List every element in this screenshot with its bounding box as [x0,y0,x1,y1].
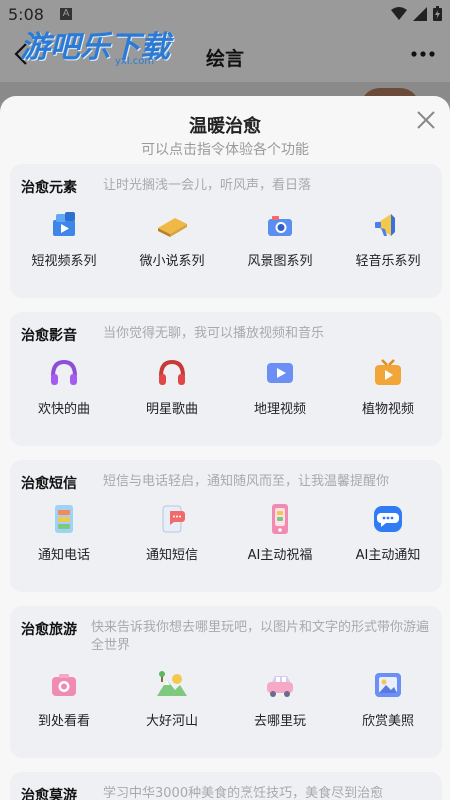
headphones-purple-icon [47,356,81,390]
category-label: 治愈旅游 [21,622,77,638]
category-card-healing-travel: 治愈旅游 快来告诉我你想去哪里玩吧，以图片和文字的形式带你游遍全世界 到处看看 … [10,606,442,758]
plant-video-button[interactable]: 植物视频 [334,356,442,417]
battery-icon [433,6,442,21]
item-label: 通知电话 [37,548,90,563]
item-label: 地理视频 [253,402,306,417]
category-label: 治愈元素 [21,180,77,196]
item-label: 去哪里玩 [253,714,306,729]
chat-bubble-icon [371,502,405,536]
more-options-icon[interactable] [410,36,436,66]
item-label: 微小说系列 [139,254,205,269]
ai-blessing-icon [263,502,297,536]
close-icon[interactable] [414,108,438,132]
notify-sms-button[interactable]: 通知短信 [118,502,226,563]
cheerful-songs-button[interactable]: 欢快的曲 [10,356,118,417]
item-label: AI主动通知 [355,548,421,563]
item-label: 短视频系列 [31,254,97,269]
category-description: 让时光搁浅一会儿，听风声，看日落 [103,178,312,193]
item-label: 明星歌曲 [145,402,198,417]
function-sheet: 温暖治愈 可以点击指令体验各个功能 治愈元素 让时光搁浅一会儿，听风声，看日落 … [0,96,450,800]
notify-call-button[interactable]: 通知电话 [10,502,118,563]
camera-icon [263,208,297,242]
category-card-healing-food: 治愈莫游 学习中华3000种美食的烹饪技巧，美食尽到治愈 [10,772,442,800]
signal-icon [413,6,427,21]
item-label: 欢快的曲 [37,402,90,417]
megaphone-icon [371,208,405,242]
book-icon [155,208,189,242]
item-label: 轻音乐系列 [355,254,421,269]
notification-a-icon: A [60,8,72,20]
category-card-healing-media: 治愈影音 当你觉得无聊，我可以播放视频和音乐 欢快的曲 明星歌曲 地理视频 植物… [10,312,442,446]
category-label: 治愈短信 [21,476,77,492]
phone-notify-icon [47,502,81,536]
tv-icon [371,356,405,390]
category-description: 学习中华3000种美食的烹饪技巧，美食尽到治愈 [103,786,384,800]
category-card-healing-sms: 治愈短信 短信与电话轻启，通知随风而至，让我温馨提醒你 通知电话 通知短信 AI… [10,460,442,592]
enjoy-photos-button[interactable]: 欣赏美照 [334,668,442,729]
item-label: 风景图系列 [247,254,313,269]
sheet-title: 温暖治愈 [189,116,261,137]
camera-pink-icon [47,668,81,702]
landscape-icon [155,668,189,702]
scenery-series-button[interactable]: 风景图系列 [226,208,334,269]
item-label: 欣赏美照 [361,714,414,729]
ai-blessing-button[interactable]: AI主动祝福 [226,502,334,563]
watermark-logo: 游吧乐下载 yxl.com [20,22,170,67]
category-label: 治愈莫游 [21,788,77,800]
car-icon [263,668,297,702]
ai-notify-button[interactable]: AI主动通知 [334,502,442,563]
item-label: 植物视频 [361,402,414,417]
headphones-red-icon [155,356,189,390]
sms-icon [155,502,189,536]
item-label: AI主动祝福 [247,548,313,563]
category-description: 快来告诉我你想去哪里玩吧，以图片和文字的形式带你游遍全世界 [91,620,430,653]
video-blocks-icon [47,208,81,242]
light-music-series-button[interactable]: 轻音乐系列 [334,208,442,269]
micro-novel-series-button[interactable]: 微小说系列 [118,208,226,269]
short-video-series-button[interactable]: 短视频系列 [10,208,118,269]
wifi-icon [391,6,407,21]
category-card-healing-elements: 治愈元素 让时光搁浅一会儿，听风声，看日落 短视频系列 微小说系列 风景图系列 [10,164,442,298]
category-description: 当你觉得无聊，我可以播放视频和音乐 [103,326,325,341]
play-video-icon [263,356,297,390]
look-around-button[interactable]: 到处看看 [10,668,118,729]
star-songs-button[interactable]: 明星歌曲 [118,356,226,417]
category-label: 治愈影音 [21,328,77,344]
geography-video-button[interactable]: 地理视频 [226,356,334,417]
watermark-sub-text: yxl.com [115,56,155,67]
category-description: 短信与电话轻启，通知随风而至，让我温馨提醒你 [103,474,390,489]
item-label: 通知短信 [145,548,198,563]
item-label: 大好河山 [145,714,198,729]
where-to-go-button[interactable]: 去哪里玩 [226,668,334,729]
sheet-subtitle: 可以点击指令体验各个功能 [141,142,309,158]
item-label: 到处看看 [37,714,90,729]
photo-icon [371,668,405,702]
great-landscape-button[interactable]: 大好河山 [118,668,226,729]
system-icons [391,6,442,21]
page-title: 绘言 [206,48,245,70]
